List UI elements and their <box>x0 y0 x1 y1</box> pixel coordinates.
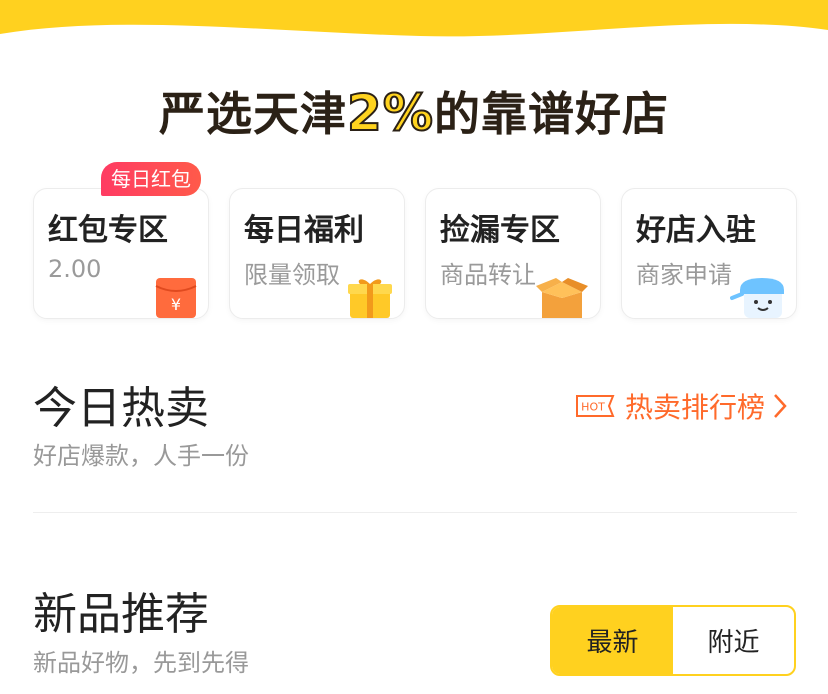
daily-red-packet-badge: 每日红包 <box>101 162 201 196</box>
headline-suffix: 的靠谱好店 <box>433 87 669 141</box>
page-headline: 严选天津2%的靠谱好店 <box>0 78 828 144</box>
gift-box-icon <box>348 279 392 318</box>
red-envelope-icon: ¥ <box>155 278 197 318</box>
headline-prefix: 严选天津 <box>159 87 348 141</box>
svg-text:¥: ¥ <box>171 295 181 314</box>
card-subtitle: 商品转让 <box>440 261 536 289</box>
card-subtitle: 商家申请 <box>636 261 732 289</box>
hot-tag-icon: HOT <box>576 395 615 417</box>
card-daily-benefit[interactable]: 每日福利 限量领取 <box>229 188 405 319</box>
hot-ranking-label: 热卖排行榜 <box>625 391 766 424</box>
card-bargain[interactable]: 捡漏专区 商品转让 <box>425 188 601 319</box>
shop-mascot-icon <box>730 278 784 318</box>
card-title: 捡漏专区 <box>440 213 560 248</box>
card-title: 每日福利 <box>244 213 364 248</box>
hot-section-subtitle: 好店爆款，人手一份 <box>33 442 249 470</box>
card-title: 红包专区 <box>48 213 168 248</box>
tab-nearby[interactable]: 附近 <box>673 607 794 674</box>
open-box-icon <box>536 278 588 318</box>
chevron-right-icon <box>774 394 787 418</box>
new-section-title: 新品推荐 <box>33 589 209 640</box>
card-shop-join[interactable]: 好店入驻 商家申请 <box>621 188 797 319</box>
card-title: 好店入驻 <box>636 213 756 248</box>
hot-tag-label: HOT <box>581 401 605 414</box>
hot-ranking-link[interactable]: HOT 热卖排行榜 <box>575 388 787 424</box>
top-wave-decoration <box>0 0 828 37</box>
headline-highlight: 2% <box>346 83 434 143</box>
card-red-packet[interactable]: 红包专区 2.00 ¥ <box>33 188 209 319</box>
card-subtitle: 限量领取 <box>244 261 340 289</box>
hot-section-title: 今日热卖 <box>33 383 209 434</box>
new-section-subtitle: 新品好物，先到先得 <box>33 649 249 677</box>
feature-cards: 红包专区 2.00 ¥ 每日福利 限量领取 捡漏专区 商品转让 好店入驻 商家申… <box>33 188 797 320</box>
new-filter-segmented-control: 最新 附近 <box>550 605 796 676</box>
tab-latest[interactable]: 最新 <box>552 607 673 674</box>
card-subtitle: 2.00 <box>48 255 102 283</box>
section-divider <box>33 512 797 513</box>
